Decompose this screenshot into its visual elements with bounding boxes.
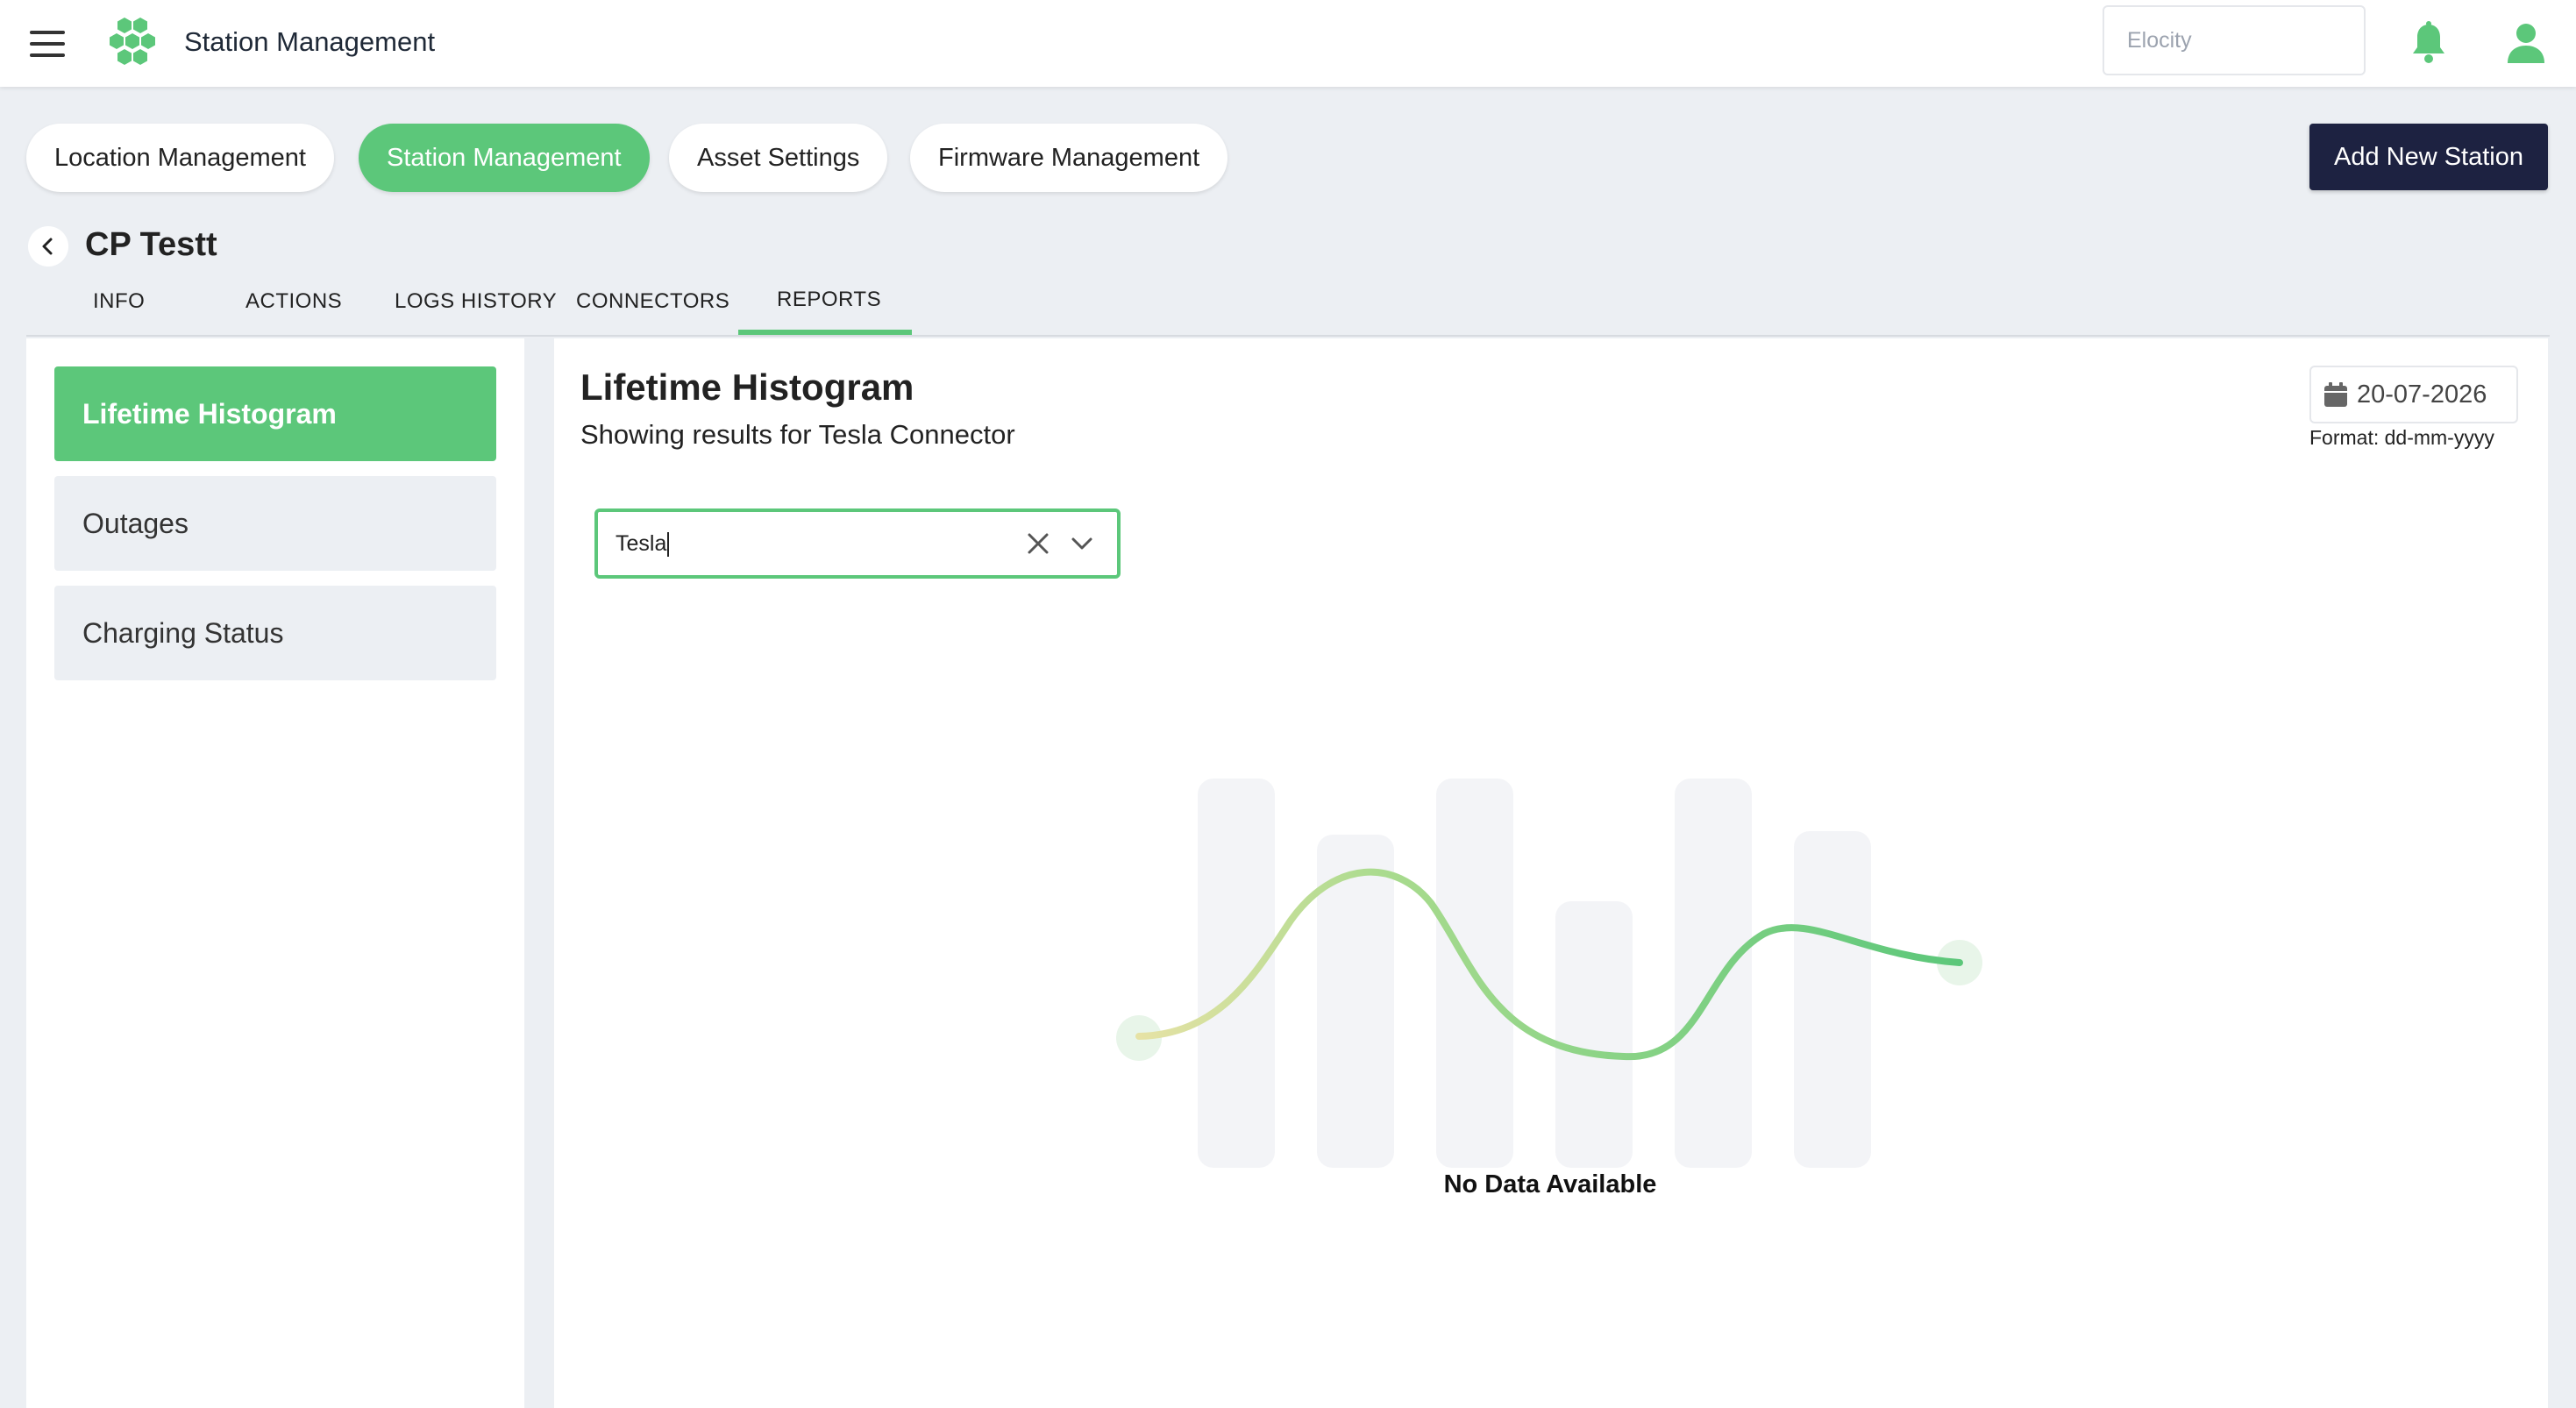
tab-asset-settings[interactable]: Asset Settings xyxy=(669,124,888,192)
calendar-icon xyxy=(2324,382,2347,407)
connector-select-value: Tesla xyxy=(616,531,667,556)
tab-connectors[interactable]: CONNECTORS xyxy=(576,289,729,314)
chevron-left-icon xyxy=(42,238,53,255)
date-format-hint: Format: dd-mm-yyyy xyxy=(2309,426,2494,449)
add-new-station-button[interactable]: Add New Station xyxy=(2309,124,2548,190)
empty-state-illustration xyxy=(1116,779,1982,1168)
chevron-down-icon[interactable] xyxy=(1068,530,1096,558)
connector-select[interactable]: Tesla xyxy=(594,508,1121,579)
tab-location-management[interactable]: Location Management xyxy=(26,124,334,192)
active-tab-indicator xyxy=(738,330,912,335)
sidebar-item-charging-status[interactable]: Charging Status xyxy=(54,586,496,680)
bell-icon[interactable] xyxy=(2409,21,2448,65)
tab-actions[interactable]: ACTIONS xyxy=(246,289,342,314)
top-bar: Station Management Elocity xyxy=(0,0,2576,87)
tab-info[interactable]: INFO xyxy=(93,289,145,314)
logo-icon xyxy=(110,18,155,65)
empty-state-text: No Data Available xyxy=(1443,1170,1657,1198)
text-caret xyxy=(667,532,670,558)
station-title: CP Testt xyxy=(85,226,217,263)
tab-reports[interactable]: REPORTS xyxy=(777,288,881,312)
date-picker[interactable]: 20-07-2026 xyxy=(2309,366,2518,423)
tab-station-management[interactable]: Station Management xyxy=(359,124,650,192)
back-button[interactable] xyxy=(28,226,68,267)
menu-icon[interactable] xyxy=(26,26,68,61)
clear-icon[interactable] xyxy=(1024,530,1052,558)
app-title: Station Management xyxy=(184,26,436,57)
sidebar-item-outages[interactable]: Outages xyxy=(54,476,496,571)
tab-logs-history[interactable]: LOGS HISTORY xyxy=(395,289,557,314)
report-title: Lifetime Histogram xyxy=(580,366,914,408)
date-value: 20-07-2026 xyxy=(2357,380,2487,409)
org-select[interactable]: Elocity xyxy=(2103,5,2366,75)
tab-firmware-management[interactable]: Firmware Management xyxy=(910,124,1228,192)
report-sidebar: Lifetime Histogram Outages Charging Stat… xyxy=(26,338,524,1408)
report-subtitle: Showing results for Tesla Connector xyxy=(580,419,1015,450)
sidebar-item-lifetime-histogram[interactable]: Lifetime Histogram xyxy=(54,366,496,461)
user-icon[interactable] xyxy=(2508,23,2544,63)
